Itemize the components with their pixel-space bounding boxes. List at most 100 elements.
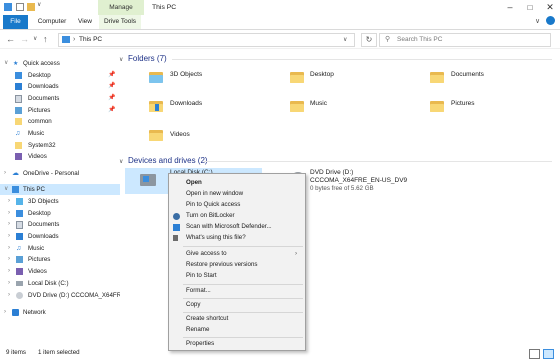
- expand-ribbon-icon[interactable]: ∨: [535, 17, 540, 25]
- dvd-drive-name[interactable]: DVD Drive (D:): [310, 169, 353, 176]
- selection-count: 1 item selected: [38, 349, 80, 356]
- sidebar-item-documents-pc[interactable]: › Documents: [0, 219, 120, 230]
- computer-icon: [12, 186, 19, 193]
- nav-label: common: [28, 118, 52, 125]
- videos-icon: [15, 153, 22, 160]
- nav-quick-access[interactable]: ∨ ★ Quick access: [0, 58, 120, 69]
- help-icon[interactable]: [546, 16, 555, 25]
- minimize-button[interactable]: –: [500, 0, 520, 15]
- expand-chevron-icon[interactable]: ›: [8, 243, 10, 254]
- tab-drive-tools[interactable]: Drive Tools: [99, 15, 141, 29]
- sidebar-item-common[interactable]: common: [0, 116, 120, 127]
- folder-music[interactable]: Music: [310, 100, 327, 107]
- menu-item-defender-scan[interactable]: Scan with Microsoft Defender...: [169, 222, 305, 232]
- dvd-icon: [16, 292, 23, 299]
- recent-locations-button[interactable]: ∨: [33, 34, 37, 44]
- sidebar-item-music[interactable]: ♫ Music: [0, 128, 120, 139]
- breadcrumb-separator[interactable]: ›: [73, 34, 75, 46]
- sidebar-item-downloads-pc[interactable]: › Downloads: [0, 231, 120, 242]
- sidebar-item-onedrive[interactable]: › ☁ OneDrive - Personal: [0, 168, 120, 179]
- folder-downloads[interactable]: Downloads: [170, 100, 202, 107]
- address-bar[interactable]: › This PC ∨: [58, 33, 355, 47]
- folder-documents[interactable]: Documents: [451, 71, 484, 78]
- details-view-icon[interactable]: [529, 349, 540, 359]
- devices-header[interactable]: Devices and drives (2): [128, 156, 208, 165]
- search-input[interactable]: ⚲ Search This PC: [379, 33, 551, 47]
- menu-item-open[interactable]: Open: [169, 178, 305, 188]
- properties-icon[interactable]: [16, 3, 24, 11]
- menu-item-rename[interactable]: Rename: [169, 325, 305, 335]
- sidebar-item-desktop[interactable]: Desktop 📌: [0, 70, 120, 81]
- menu-item-create-shortcut[interactable]: Create shortcut: [169, 314, 305, 324]
- refresh-button[interactable]: ↻: [361, 33, 377, 47]
- manage-tab[interactable]: Manage: [98, 0, 144, 15]
- menu-item-pin-start[interactable]: Pin to Start: [169, 271, 305, 281]
- sidebar-item-downloads[interactable]: Downloads 📌: [0, 81, 120, 92]
- expand-chevron-icon[interactable]: ›: [8, 290, 10, 301]
- tab-file[interactable]: File: [3, 15, 28, 29]
- videos-icon: [16, 268, 23, 275]
- qat-customize-icon[interactable]: ∨: [37, 1, 45, 9]
- sidebar-item-3d-objects[interactable]: › 3D Objects: [0, 196, 120, 207]
- nav-label: Music: [28, 245, 45, 252]
- sidebar-item-local-disk[interactable]: › Local Disk (C:): [0, 278, 120, 289]
- dvd-drive-label: CCCOMA_X64FRE_EN-US_DV9: [310, 177, 408, 184]
- sidebar-item-this-pc[interactable]: ∨ This PC: [0, 184, 120, 195]
- sidebar-item-documents[interactable]: Documents 📌: [0, 93, 120, 104]
- sidebar-item-music-pc[interactable]: › ♫ Music: [0, 243, 120, 254]
- section-divider: [204, 161, 552, 162]
- tab-computer[interactable]: Computer: [36, 15, 68, 29]
- new-folder-icon[interactable]: [27, 3, 35, 11]
- menu-item-bitlocker[interactable]: Turn on BitLocker: [169, 211, 305, 221]
- expanded-chevron-icon[interactable]: ∨: [4, 184, 8, 195]
- menu-separator: [183, 312, 303, 313]
- nav-label: System32: [28, 142, 56, 149]
- expand-chevron-icon[interactable]: ›: [4, 307, 6, 318]
- nav-label: Pictures: [28, 107, 51, 114]
- maximize-button[interactable]: □: [520, 0, 540, 15]
- back-button[interactable]: ←: [6, 34, 15, 44]
- nav-label: Quick access: [23, 60, 60, 67]
- folder-pictures[interactable]: Pictures: [451, 100, 474, 107]
- menu-item-copy[interactable]: Copy: [169, 300, 305, 310]
- expand-chevron-icon[interactable]: ›: [8, 254, 10, 265]
- sidebar-item-system32[interactable]: System32: [0, 140, 120, 151]
- forward-button[interactable]: →: [20, 34, 29, 44]
- pin-icon: 📌: [108, 83, 116, 89]
- nav-label: OneDrive - Personal: [23, 170, 80, 177]
- sidebar-item-videos-pc[interactable]: › Videos: [0, 266, 120, 277]
- menu-item-format[interactable]: Format...: [169, 286, 305, 296]
- sidebar-item-videos[interactable]: Videos: [0, 151, 120, 162]
- expand-chevron-icon[interactable]: ›: [8, 196, 10, 207]
- folder-desktop[interactable]: Desktop: [310, 71, 334, 78]
- sidebar-item-pictures-pc[interactable]: › Pictures: [0, 254, 120, 265]
- tab-view[interactable]: View: [75, 15, 95, 29]
- menu-item-open-new-window[interactable]: Open in new window: [169, 189, 305, 199]
- menu-item-pin-quick-access[interactable]: Pin to Quick access: [169, 200, 305, 210]
- breadcrumb-this-pc[interactable]: This PC: [79, 34, 102, 46]
- folder-3d-objects[interactable]: 3D Objects: [170, 71, 202, 78]
- expand-chevron-icon[interactable]: ›: [4, 168, 6, 179]
- 3d-objects-folder-icon: [149, 71, 163, 83]
- folders-header[interactable]: Folders (7): [128, 54, 167, 63]
- large-icons-view-icon[interactable]: [543, 349, 554, 359]
- sidebar-item-dvd-drive[interactable]: › DVD Drive (D:) CCCOMA_X64FRE_: [0, 290, 120, 301]
- up-button[interactable]: ↑: [43, 34, 48, 44]
- nav-label: Downloads: [28, 233, 59, 240]
- sidebar-item-network[interactable]: › Network: [0, 307, 120, 318]
- expand-chevron-icon[interactable]: ›: [8, 266, 10, 277]
- sidebar-item-pictures[interactable]: Pictures 📌: [0, 105, 120, 116]
- folder-icon: [15, 142, 22, 149]
- expand-chevron-icon[interactable]: ›: [8, 231, 10, 242]
- folder-videos[interactable]: Videos: [170, 131, 190, 138]
- expanded-chevron-icon[interactable]: ∨: [4, 58, 8, 69]
- close-button[interactable]: ✕: [540, 0, 560, 15]
- expand-chevron-icon[interactable]: ›: [8, 219, 10, 230]
- expand-chevron-icon[interactable]: ›: [8, 208, 10, 219]
- menu-item-whats-using[interactable]: What's using this file?: [169, 233, 305, 243]
- menu-item-give-access[interactable]: Give access to ›: [169, 249, 305, 259]
- menu-item-restore-versions[interactable]: Restore previous versions: [169, 260, 305, 270]
- address-dropdown[interactable]: ∨: [343, 34, 347, 46]
- expand-chevron-icon[interactable]: ›: [8, 278, 10, 289]
- sidebar-item-desktop-pc[interactable]: › Desktop: [0, 208, 120, 219]
